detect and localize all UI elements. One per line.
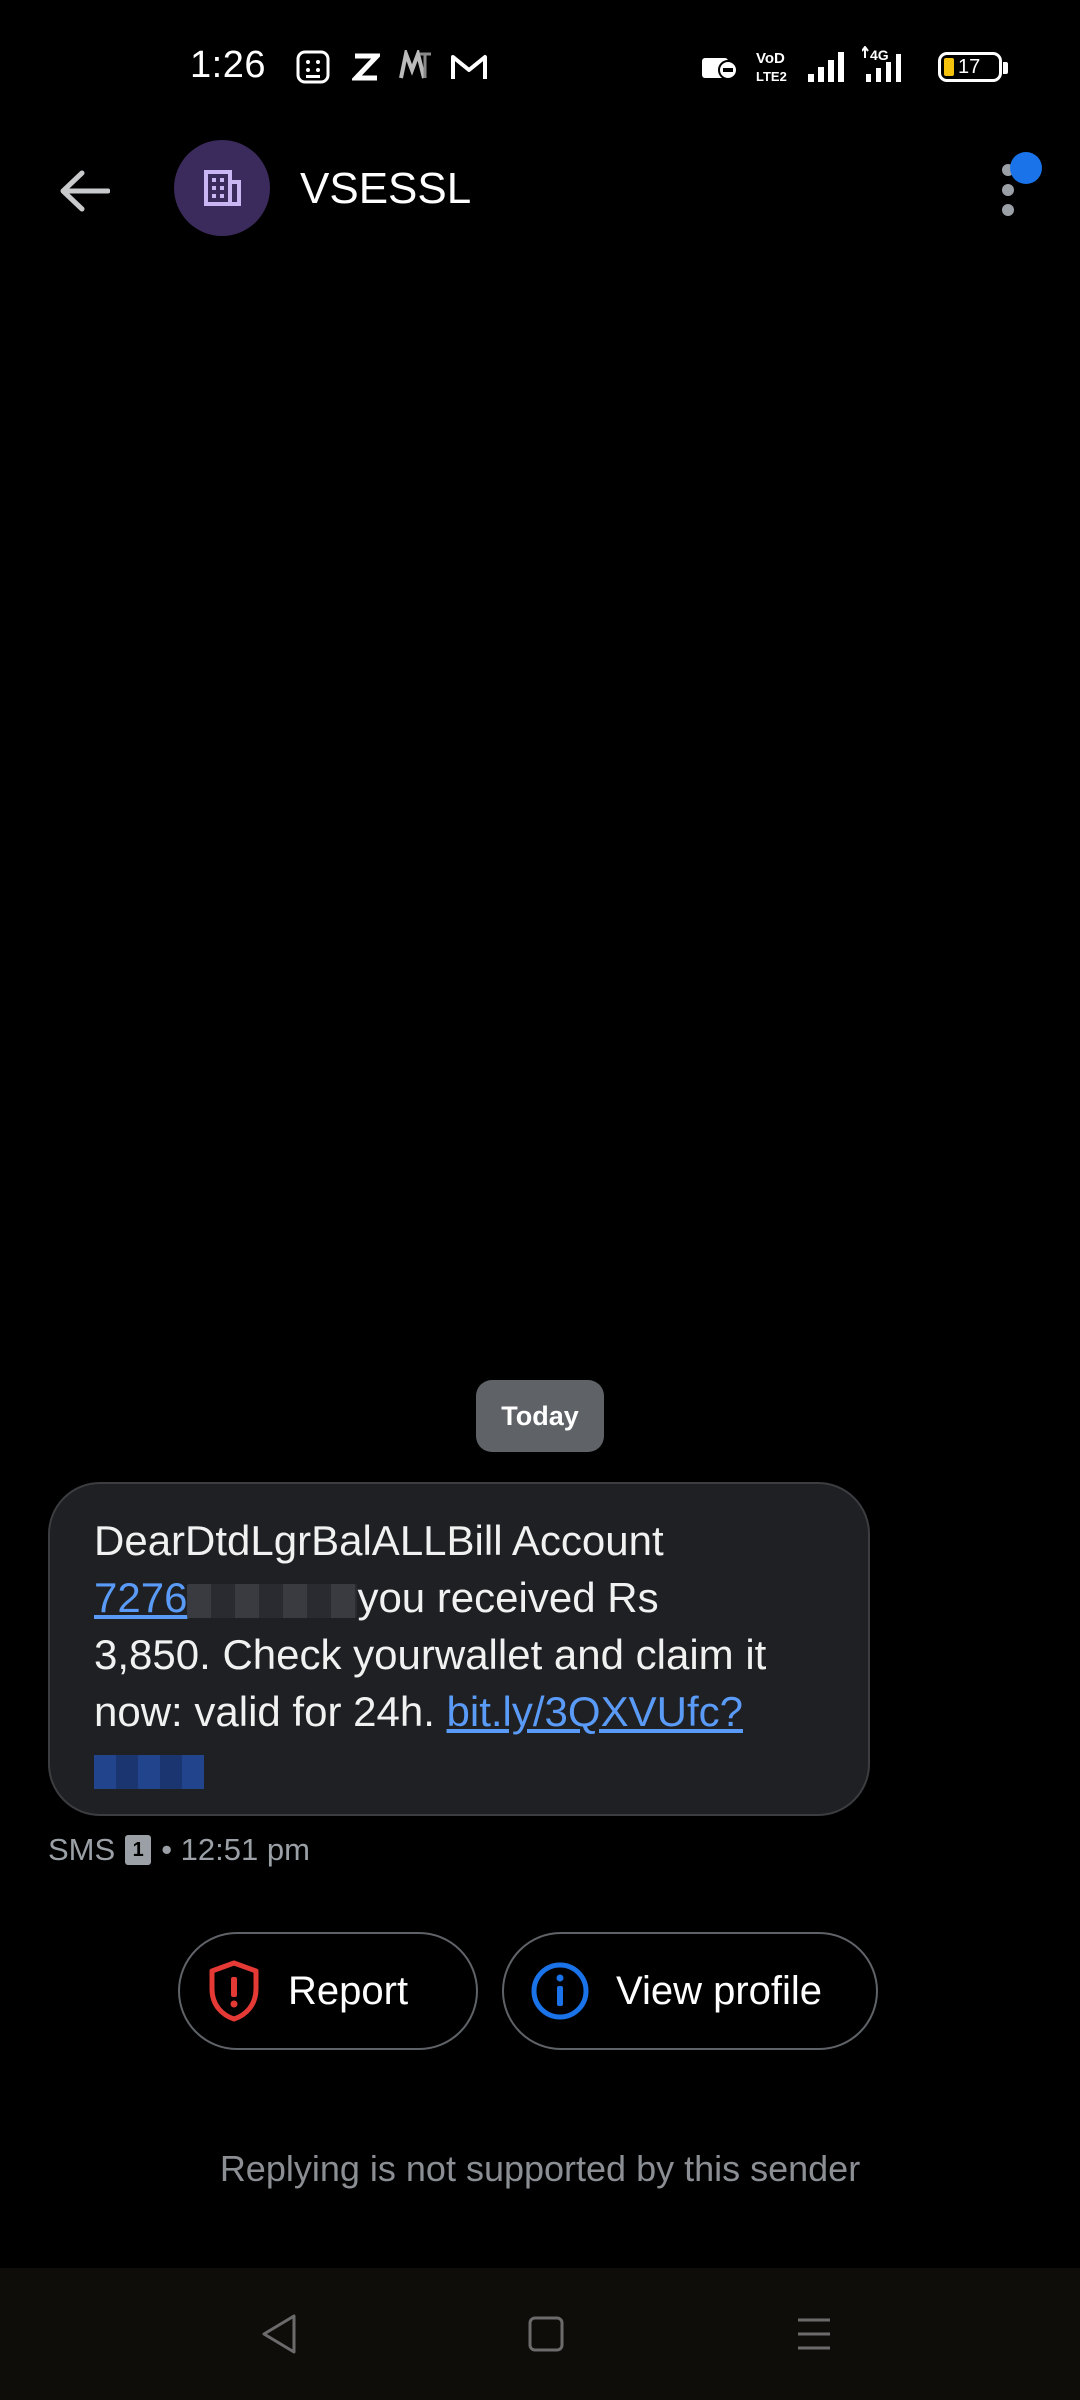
navigation-bar — [0, 2268, 1080, 2400]
battery-percentage: 17 — [958, 55, 981, 78]
message-meta: SMS 1 • 12:51 pm — [48, 1832, 310, 1868]
message-line-1: DearDtdLgrBalALLBill Account — [94, 1517, 664, 1564]
battery-tip — [1003, 62, 1008, 74]
nav-recents-button[interactable] — [784, 2308, 844, 2360]
info-icon — [530, 1961, 590, 2021]
date-divider: Today — [476, 1380, 604, 1452]
message-type: SMS — [48, 1832, 116, 1867]
message-time: • 12:51 pm — [161, 1832, 310, 1867]
redacted-number — [187, 1583, 358, 1618]
view-profile-button[interactable]: View profile — [502, 1932, 878, 2050]
sender-avatar[interactable] — [174, 140, 270, 236]
battery-icon: 17 — [938, 52, 1002, 82]
gmail-notification-icon — [451, 55, 487, 79]
svg-text:VoD: VoD — [756, 50, 785, 67]
signal-strength-icon — [808, 52, 844, 82]
back-button[interactable] — [44, 156, 124, 226]
status-time: 1:26 — [190, 44, 266, 86]
square-home-icon — [528, 2316, 564, 2352]
app-notification-icon — [399, 50, 431, 79]
message-line-4: now: valid for 24h. — [94, 1688, 447, 1735]
url-link[interactable]: bit.ly/3QXVUfc? — [447, 1688, 743, 1735]
calculator-notification-icon — [296, 50, 330, 84]
battery-level — [944, 58, 954, 76]
message-bubble[interactable]: DearDtdLgrBalALLBill Account 7276 you rec… — [48, 1482, 870, 1816]
phone-number-link[interactable]: 7276 — [94, 1574, 187, 1621]
svg-text:4G: 4G — [870, 47, 889, 63]
view-profile-label: View profile — [616, 1968, 823, 2013]
reply-unsupported-note: Replying is not supported by this sender — [219, 2148, 861, 2189]
nav-home-button[interactable] — [516, 2308, 576, 2360]
message-after-number: you received Rs — [357, 1574, 659, 1621]
nav-back-button[interactable] — [248, 2308, 308, 2360]
volte-icon: VoD LTE2 — [756, 50, 787, 84]
notification-badge — [1010, 152, 1042, 184]
report-label: Report — [288, 1968, 409, 2013]
signal-4g-icon: 4G — [862, 46, 901, 82]
sim-icon: 1 — [125, 1835, 152, 1865]
arrow-left-icon — [60, 170, 110, 212]
report-shield-icon — [206, 1959, 262, 2023]
triangle-back-icon — [262, 2314, 296, 2354]
redacted-link[interactable] — [94, 1754, 204, 1789]
svg-text:LTE2: LTE2 — [756, 69, 787, 84]
app-bar: VSESSL — [0, 136, 1080, 240]
z-app-notification-icon — [352, 53, 380, 81]
business-icon — [204, 170, 241, 206]
menu-recents-icon — [798, 2318, 830, 2350]
status-bar: 1:26 VoD LTE2 4G 17 — [0, 0, 1080, 136]
dnd-icon — [702, 58, 738, 80]
conversation-title: VSESSL — [300, 164, 472, 213]
message-line-3: 3,850. Check yourwallet and claim it — [94, 1631, 767, 1678]
report-button[interactable]: Report — [178, 1932, 478, 2050]
